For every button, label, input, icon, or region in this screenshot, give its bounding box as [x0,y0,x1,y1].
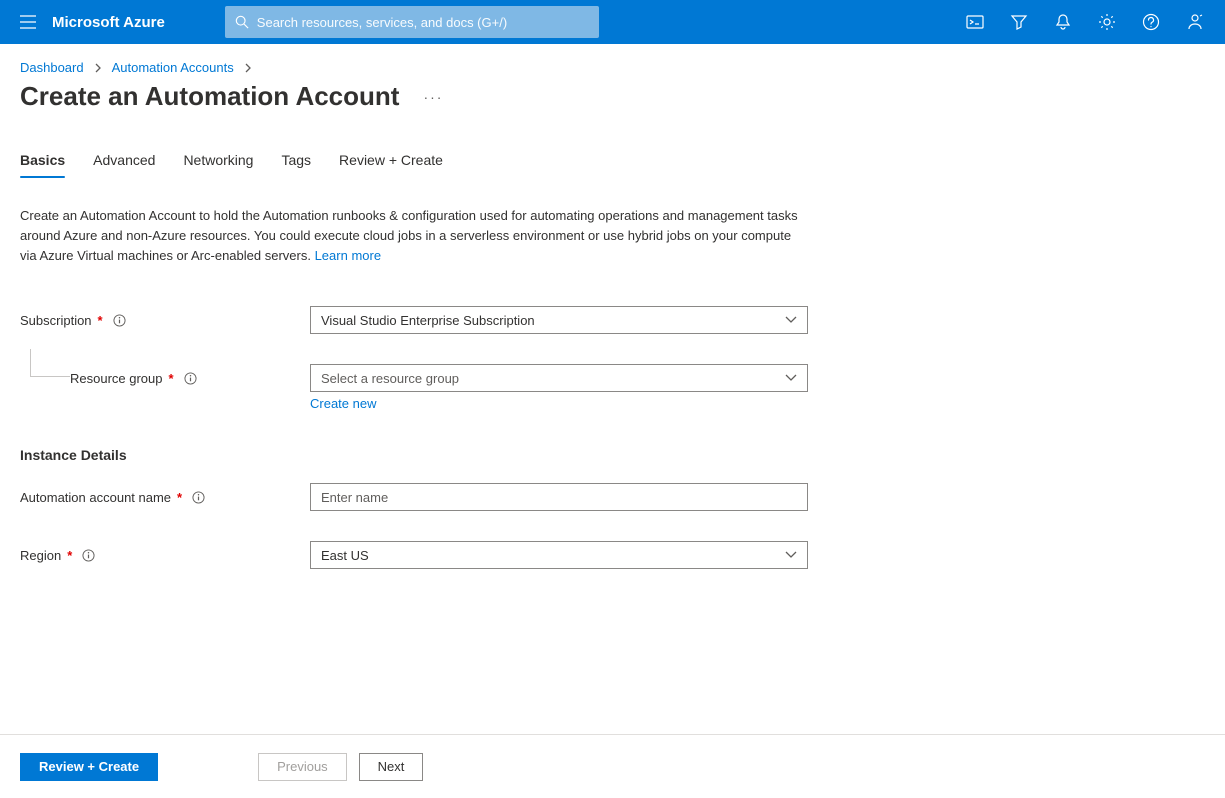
chevron-down-icon [785,551,797,559]
feedback-icon [1186,13,1204,31]
description-text: Create an Automation Account to hold the… [20,208,798,263]
tab-advanced[interactable]: Advanced [93,152,155,178]
subscription-row: Subscription * Visual Studio Enterprise … [20,306,1205,334]
required-indicator: * [177,490,182,505]
region-select[interactable]: East US [310,541,808,569]
learn-more-link[interactable]: Learn more [315,248,381,263]
subscription-label-text: Subscription [20,313,92,328]
subscription-select[interactable]: Visual Studio Enterprise Subscription [310,306,808,334]
search-icon [235,15,249,29]
page-title-row: Create an Automation Account ··· [20,81,1205,112]
info-icon[interactable] [82,549,95,562]
previous-button[interactable]: Previous [258,753,347,781]
feedback-button[interactable] [1173,0,1217,44]
tab-description: Create an Automation Account to hold the… [20,206,800,266]
global-search[interactable] [225,6,599,38]
tab-tags[interactable]: Tags [281,152,311,178]
breadcrumb-automation-accounts[interactable]: Automation Accounts [112,60,234,75]
resource-group-label-text: Resource group [70,371,163,386]
next-button[interactable]: Next [359,753,424,781]
bell-icon [1055,13,1071,31]
subscription-value: Visual Studio Enterprise Subscription [321,313,535,328]
required-indicator: * [169,371,174,386]
hamburger-icon [20,15,36,29]
chevron-down-icon [785,374,797,382]
account-name-input[interactable] [321,490,797,505]
region-row: Region * East US [20,541,1205,569]
region-label: Region * [20,548,310,563]
breadcrumb: Dashboard Automation Accounts [20,60,1205,75]
wizard-tabs: Basics Advanced Networking Tags Review +… [20,152,1205,178]
help-icon [1142,13,1160,31]
tab-basics[interactable]: Basics [20,152,65,178]
cloud-shell-icon [966,14,984,30]
settings-button[interactable] [1085,0,1129,44]
chevron-right-icon [244,63,252,73]
hamburger-menu-button[interactable] [8,0,48,44]
account-name-row: Automation account name * [20,483,1205,511]
azure-logo[interactable]: Microsoft Azure [52,14,165,31]
wizard-footer: Review + Create Previous Next [0,734,1225,798]
account-name-input-wrap [310,483,808,511]
account-name-label: Automation account name * [20,490,310,505]
account-name-label-text: Automation account name [20,490,171,505]
review-create-button[interactable]: Review + Create [20,753,158,781]
required-indicator: * [67,548,72,563]
resource-group-row: Resource group * Select a resource group [20,364,1205,392]
required-indicator: * [98,313,103,328]
page-content: Dashboard Automation Accounts Create an … [0,44,1225,569]
more-actions-button[interactable]: ··· [423,89,443,105]
subscription-label: Subscription * [20,313,310,328]
chevron-right-icon [94,63,102,73]
info-icon[interactable] [184,372,197,385]
resource-group-placeholder: Select a resource group [321,371,459,386]
indent-line [30,349,70,377]
resource-group-select[interactable]: Select a resource group [310,364,808,392]
search-input[interactable] [257,15,589,30]
create-new-rg-row: Create new [310,396,1205,411]
region-value: East US [321,548,369,563]
tab-networking[interactable]: Networking [183,152,253,178]
info-icon[interactable] [192,491,205,504]
page-title: Create an Automation Account [20,81,399,112]
region-label-text: Region [20,548,61,563]
directory-filter-button[interactable] [997,0,1041,44]
help-button[interactable] [1129,0,1173,44]
notifications-button[interactable] [1041,0,1085,44]
info-icon[interactable] [113,314,126,327]
topbar-actions [953,0,1217,44]
resource-group-label: Resource group * [20,371,310,386]
instance-details-heading: Instance Details [20,447,1205,463]
gear-icon [1098,13,1116,31]
tab-review-create[interactable]: Review + Create [339,152,443,178]
create-new-resource-group-link[interactable]: Create new [310,396,376,411]
azure-topbar: Microsoft Azure [0,0,1225,44]
chevron-down-icon [785,316,797,324]
filter-icon [1010,13,1028,31]
breadcrumb-dashboard[interactable]: Dashboard [20,60,84,75]
cloud-shell-button[interactable] [953,0,997,44]
